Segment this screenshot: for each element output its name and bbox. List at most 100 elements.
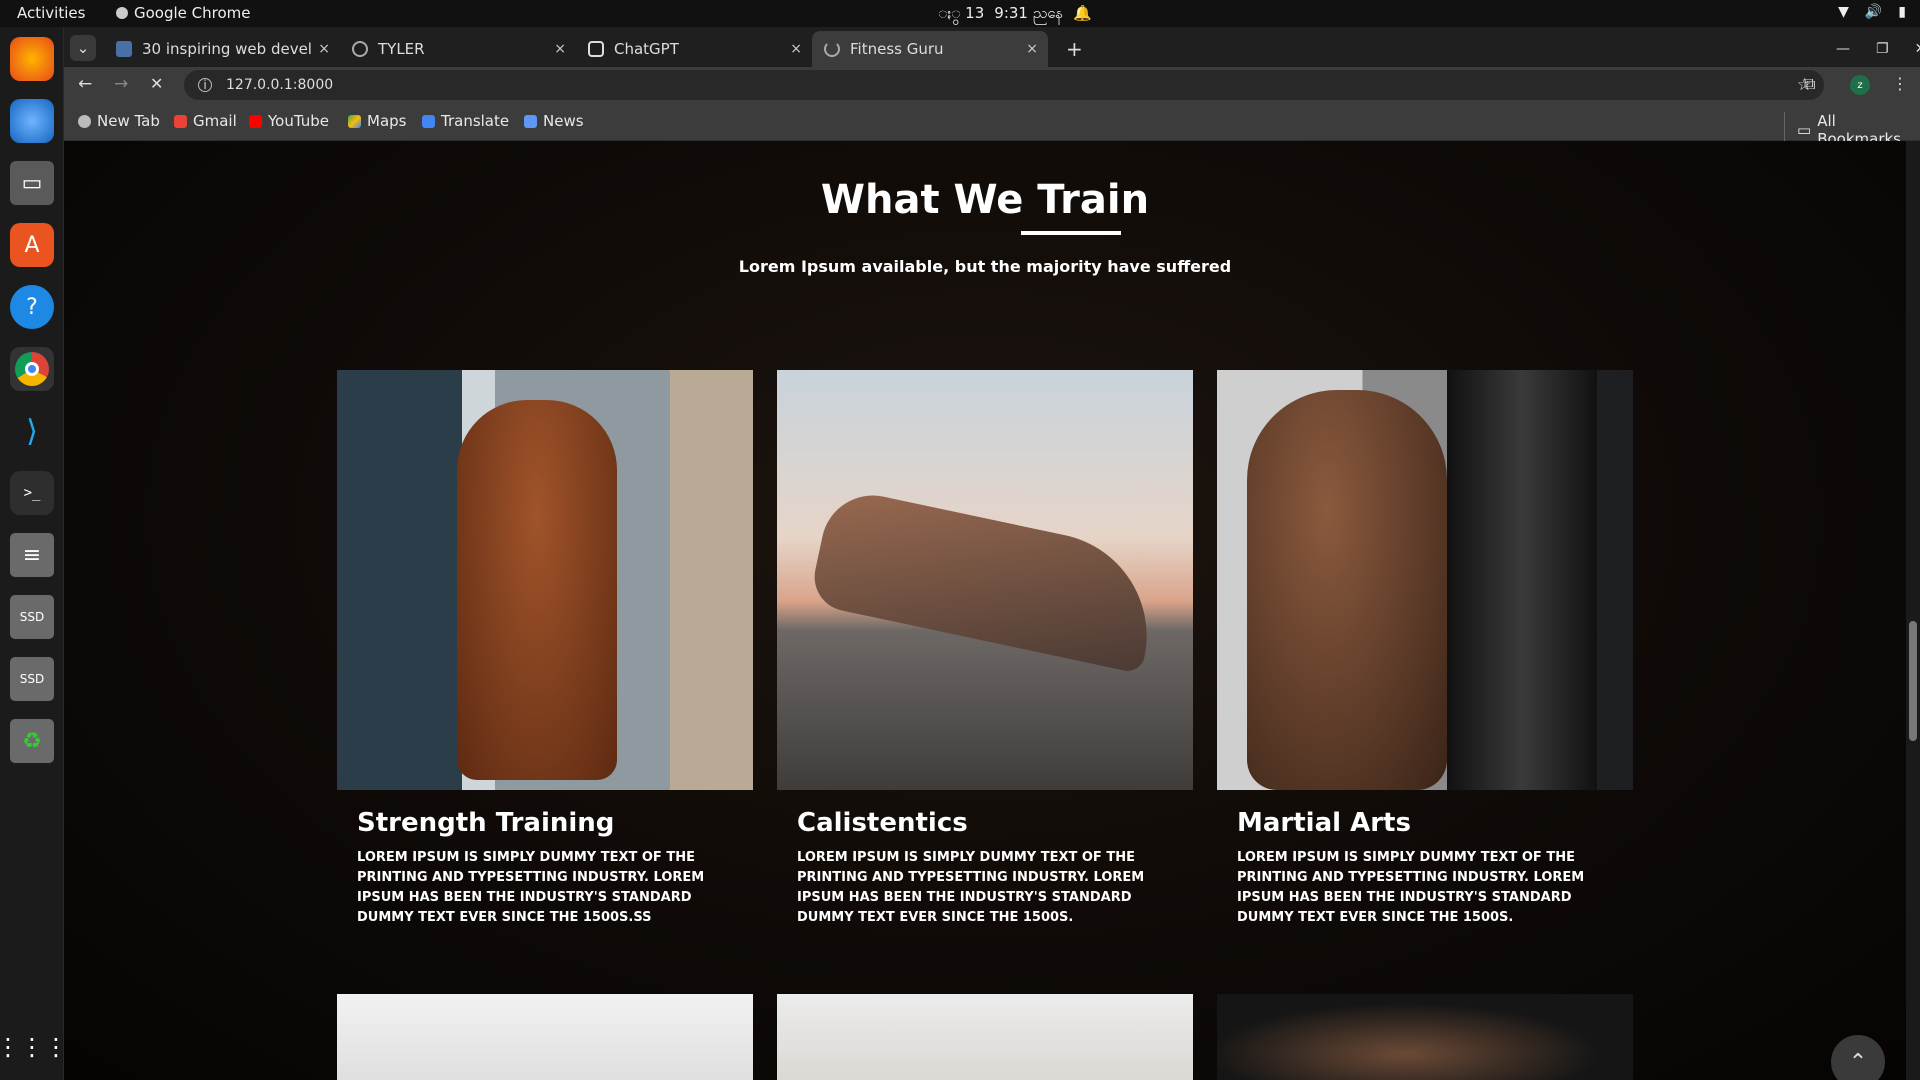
translate-icon bbox=[422, 114, 435, 128]
time-label: 9:31 ညနေ bbox=[994, 4, 1064, 22]
close-tab-icon[interactable]: × bbox=[554, 41, 566, 57]
tab-inspiring-web[interactable]: 30 inspiring web develo × bbox=[104, 31, 340, 67]
card-calistentics[interactable]: Calistentics Lorem Ipsum is simply dummy… bbox=[777, 370, 1193, 928]
scrollbar-thumb[interactable] bbox=[1909, 621, 1917, 741]
chrome-icon bbox=[116, 7, 128, 19]
files-icon[interactable]: ▭ bbox=[10, 161, 54, 205]
bookmark-gmail[interactable]: Gmail bbox=[174, 112, 237, 130]
tab-fitness-guru[interactable]: Fitness Guru × bbox=[812, 31, 1048, 67]
bookmark-news[interactable]: News bbox=[524, 112, 584, 130]
window-controls[interactable]: — ❐ ✕ bbox=[1824, 31, 1920, 67]
tab-favicon bbox=[116, 41, 132, 57]
bookmark-label: Translate bbox=[441, 112, 510, 130]
thunderbird-icon[interactable] bbox=[10, 99, 54, 143]
folder-icon: ▭ bbox=[1797, 121, 1812, 139]
ssd-drive-icon[interactable]: SSD bbox=[10, 657, 54, 701]
tab-title: 30 inspiring web develo bbox=[142, 40, 312, 58]
chrome-icon bbox=[78, 114, 91, 128]
terminal-icon[interactable]: >_ bbox=[10, 471, 54, 515]
chrome-icon[interactable] bbox=[10, 347, 54, 391]
gmail-icon bbox=[174, 114, 187, 128]
scroll-to-top-button[interactable]: ⌃ bbox=[1831, 1035, 1885, 1080]
calistentics-image bbox=[777, 370, 1193, 790]
clock[interactable]: ႏွ 13 9:31 ညနေ 🔔 bbox=[938, 4, 1092, 26]
app-center-icon[interactable]: A bbox=[10, 223, 54, 267]
menu-icon[interactable]: ⋮ bbox=[1892, 74, 1908, 93]
system-tray[interactable]: ▼ 🔊 ▮ bbox=[1838, 4, 1906, 20]
close-tab-icon[interactable]: × bbox=[318, 41, 330, 57]
app-grid-icon[interactable]: ⋮⋮⋮ bbox=[0, 1025, 68, 1069]
browser-toolbar: ← → ✕ i 127.0.0.1:8000 ☆ ⧉ z ⋮ bbox=[64, 67, 1920, 103]
firefox-icon[interactable] bbox=[10, 37, 54, 81]
bookmarks-bar: New Tab Gmail YouTube Maps Translate New… bbox=[64, 103, 1920, 148]
page-scrollbar[interactable] bbox=[1906, 141, 1920, 1080]
card-strength-training[interactable]: Strength Training Lorem Ipsum is simply … bbox=[337, 370, 753, 928]
app-name: Google Chrome bbox=[134, 4, 251, 22]
close-tab-icon[interactable]: × bbox=[1026, 41, 1038, 57]
minimize-icon[interactable]: — bbox=[1836, 41, 1850, 57]
site-info-icon[interactable]: i bbox=[198, 78, 212, 92]
double-chevron-up-icon: ⌃ bbox=[1848, 1049, 1868, 1075]
card-title: Calistentics bbox=[797, 808, 968, 838]
next-card-image[interactable] bbox=[777, 994, 1193, 1080]
profile-avatar[interactable]: z bbox=[1850, 75, 1870, 95]
vscode-icon[interactable]: ⟩ bbox=[10, 409, 54, 453]
tab-chatgpt[interactable]: ChatGPT × bbox=[576, 31, 812, 67]
section-subtitle: Lorem Ipsum available, but the majority … bbox=[738, 257, 1232, 276]
close-tab-icon[interactable]: × bbox=[790, 41, 802, 57]
text-editor-icon[interactable]: ≡ bbox=[10, 533, 54, 577]
card-text: Lorem Ipsum is simply dummy text of the … bbox=[1237, 850, 1585, 925]
forward-icon[interactable]: → bbox=[114, 74, 128, 94]
system-top-bar: Activities Google Chrome ႏွ 13 9:31 ညနေ 🔔 … bbox=[0, 0, 1920, 27]
dock: ▭ A ? ⟩ >_ ≡ SSD SSD ♻ ⋮⋮⋮ bbox=[0, 27, 68, 1080]
tab-search-button[interactable]: ⌄ bbox=[70, 35, 96, 61]
title-underline bbox=[1021, 231, 1121, 235]
bookmark-label: YouTube bbox=[268, 112, 329, 130]
browser-window: ⌄ 30 inspiring web develo × TYLER × ChatGP… bbox=[64, 27, 1920, 1080]
new-tab-button[interactable]: + bbox=[1054, 31, 1095, 67]
tab-tyler[interactable]: TYLER × bbox=[340, 31, 576, 67]
bookmark-label: Maps bbox=[367, 112, 407, 130]
help-icon[interactable]: ? bbox=[10, 285, 54, 329]
tab-strip: ⌄ 30 inspiring web develo × TYLER × ChatGP… bbox=[64, 27, 1920, 67]
loading-icon bbox=[824, 41, 840, 57]
card-title: Martial Arts bbox=[1237, 808, 1411, 838]
bookmark-label: News bbox=[543, 112, 584, 130]
card-martial-arts[interactable]: Martial Arts Lorem Ipsum is simply dummy… bbox=[1217, 370, 1633, 928]
maps-icon bbox=[348, 114, 361, 128]
battery-icon: ▮ bbox=[1898, 4, 1906, 20]
ssd-drive-icon[interactable]: SSD bbox=[10, 595, 54, 639]
back-icon[interactable]: ← bbox=[78, 74, 92, 94]
tab-title: ChatGPT bbox=[614, 40, 679, 58]
bookmark-label: Gmail bbox=[193, 112, 237, 130]
martial-arts-image bbox=[1217, 370, 1633, 790]
date-label: ႏွ 13 bbox=[938, 4, 985, 22]
next-card-image[interactable] bbox=[1217, 994, 1633, 1080]
tab-title: Fitness Guru bbox=[850, 40, 944, 58]
activities-button[interactable]: Activities bbox=[17, 4, 85, 22]
address-bar[interactable]: i 127.0.0.1:8000 ☆ bbox=[184, 70, 1824, 100]
bookmark-new-tab[interactable]: New Tab bbox=[78, 112, 160, 130]
tab-favicon bbox=[352, 41, 368, 57]
trash-icon[interactable]: ♻ bbox=[10, 719, 54, 763]
news-icon bbox=[524, 114, 537, 128]
maximize-icon[interactable]: ❐ bbox=[1876, 41, 1889, 57]
close-window-icon[interactable]: ✕ bbox=[1915, 41, 1920, 57]
chatgpt-icon bbox=[588, 41, 604, 57]
bookmark-translate[interactable]: Translate bbox=[422, 112, 509, 130]
volume-icon: 🔊 bbox=[1864, 4, 1883, 20]
bookmark-youtube[interactable]: YouTube bbox=[249, 112, 329, 130]
tab-title: TYLER bbox=[378, 40, 425, 58]
active-app-menu[interactable]: Google Chrome bbox=[116, 4, 251, 22]
extensions-icon[interactable]: ⧉ bbox=[1804, 74, 1815, 94]
notification-bell-icon: 🔔 bbox=[1073, 4, 1092, 22]
next-card-image[interactable] bbox=[337, 994, 753, 1080]
webpage-content: What We Train Lorem Ipsum available, but… bbox=[64, 141, 1906, 1080]
card-text: Lorem Ipsum is simply dummy text of the … bbox=[797, 850, 1145, 925]
stop-loading-icon[interactable]: ✕ bbox=[150, 74, 163, 93]
strength-training-image bbox=[337, 370, 753, 790]
wifi-icon: ▼ bbox=[1838, 4, 1849, 20]
url-text[interactable]: 127.0.0.1:8000 bbox=[226, 77, 333, 93]
bookmark-label: New Tab bbox=[97, 112, 160, 130]
bookmark-maps[interactable]: Maps bbox=[348, 112, 406, 130]
